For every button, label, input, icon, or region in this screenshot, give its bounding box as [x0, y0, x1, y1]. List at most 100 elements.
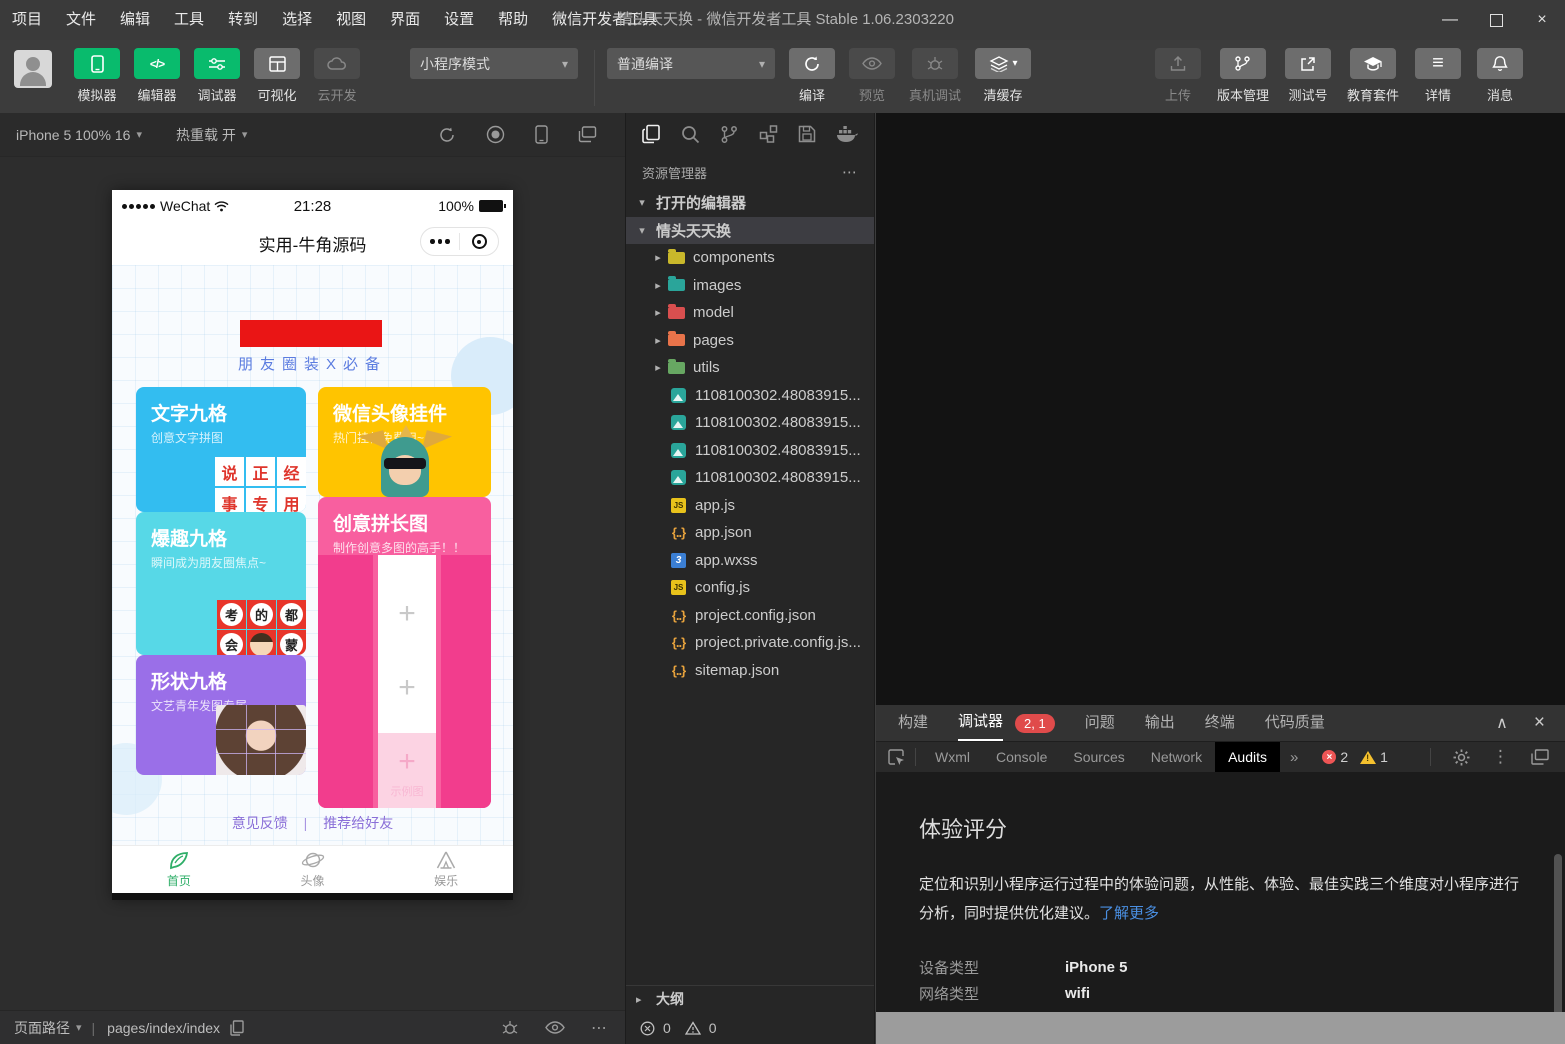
- tree-folder-components[interactable]: ▸ components: [626, 244, 874, 272]
- devtools-tab-network[interactable]: Network: [1138, 742, 1215, 773]
- files-icon[interactable]: [642, 124, 661, 144]
- compile-mode-select[interactable]: 普通编译 ▾: [607, 48, 775, 79]
- tree-folder-images[interactable]: ▸ images: [626, 272, 874, 300]
- tree-file-configjs[interactable]: config.js: [626, 574, 874, 602]
- compile-button[interactable]: 编译: [789, 48, 835, 104]
- tree-file-image[interactable]: 1108100302.48083915...: [626, 437, 874, 465]
- visualizer-toggle[interactable]: 可视化: [254, 48, 300, 104]
- simulator-toggle[interactable]: 模拟器: [74, 48, 120, 104]
- mode-select[interactable]: 小程序模式 ▾: [410, 48, 578, 79]
- edu-suite-button[interactable]: 教育套件: [1347, 48, 1399, 104]
- tab-avatar[interactable]: 头像: [246, 846, 380, 893]
- menu-tools[interactable]: 工具: [162, 0, 216, 40]
- menu-project[interactable]: 项目: [0, 0, 54, 40]
- console-counts[interactable]: × 2 1: [1322, 749, 1396, 765]
- undock-icon[interactable]: [1531, 749, 1549, 765]
- recommend-link[interactable]: 推荐给好友: [323, 815, 393, 831]
- vertical-scrollbar[interactable]: [1554, 854, 1562, 1012]
- menu-goto[interactable]: 转到: [216, 0, 270, 40]
- tree-project-root[interactable]: ▾ 情头天天换: [626, 217, 874, 245]
- menu-view[interactable]: 视图: [324, 0, 378, 40]
- close-button[interactable]: ×: [1519, 0, 1565, 40]
- copy-icon[interactable]: [230, 1020, 244, 1036]
- tree-file-image[interactable]: 1108100302.48083915...: [626, 409, 874, 437]
- more-tabs-icon[interactable]: »: [1280, 749, 1308, 766]
- card-avatar-pendant[interactable]: 微信头像挂件 热门挂件免费用~: [318, 387, 491, 497]
- devtools-tab-audits[interactable]: Audits: [1215, 742, 1280, 773]
- tab-output[interactable]: 输出: [1145, 706, 1175, 740]
- outline-section[interactable]: ▸ 大纲: [626, 985, 874, 1012]
- sliders-icon: [194, 48, 240, 79]
- tab-terminal[interactable]: 终端: [1205, 706, 1235, 740]
- tab-debugger[interactable]: 调试器: [958, 705, 1003, 741]
- extensions-icon[interactable]: [759, 125, 778, 144]
- collapse-icon[interactable]: ∧: [1496, 713, 1508, 733]
- menu-file[interactable]: 文件: [54, 0, 108, 40]
- gear-icon[interactable]: [1453, 749, 1470, 766]
- card-shape-grid[interactable]: 形状九格 文艺青年发图专属: [136, 655, 306, 775]
- menu-settings[interactable]: 设置: [432, 0, 486, 40]
- minimize-button[interactable]: —: [1427, 0, 1473, 40]
- tree-file-image[interactable]: 1108100302.48083915...: [626, 464, 874, 492]
- tree-file-image[interactable]: 1108100302.48083915...: [626, 382, 874, 410]
- avatar[interactable]: [14, 50, 52, 88]
- tab-problems[interactable]: 问题: [1085, 706, 1115, 740]
- editor-toggle[interactable]: </> 编辑器: [134, 48, 180, 104]
- tab-build[interactable]: 构建: [898, 706, 928, 740]
- tree-folder-utils[interactable]: ▸ utils: [626, 354, 874, 382]
- debugger-toggle[interactable]: 调试器: [194, 48, 240, 104]
- tree-file-appjs[interactable]: app.js: [626, 492, 874, 520]
- bug-icon[interactable]: [501, 1020, 519, 1036]
- git-branch-icon[interactable]: [720, 125, 738, 144]
- inspect-element-icon[interactable]: [876, 749, 915, 766]
- tree-folder-pages[interactable]: ▸ pages: [626, 327, 874, 355]
- devtools-tab-console[interactable]: Console: [983, 742, 1060, 773]
- eye-icon[interactable]: [545, 1021, 565, 1034]
- ad-banner[interactable]: [240, 320, 382, 347]
- feedback-link[interactable]: 意见反馈: [232, 815, 288, 831]
- tab-home[interactable]: 首页: [112, 846, 246, 893]
- hot-reload-select[interactable]: 热重载 开 ▾: [176, 125, 247, 145]
- kebab-menu-icon[interactable]: ⋮: [1492, 747, 1509, 767]
- menu-help[interactable]: 帮助: [486, 0, 540, 40]
- menu-select[interactable]: 选择: [270, 0, 324, 40]
- test-account-button[interactable]: 测试号: [1285, 48, 1331, 104]
- devtools-tab-sources[interactable]: Sources: [1060, 742, 1137, 773]
- horizontal-scrollbar[interactable]: [876, 1012, 1565, 1044]
- menu-edit[interactable]: 编辑: [108, 0, 162, 40]
- devtools-tab-wxml[interactable]: Wxml: [922, 742, 983, 773]
- save-icon[interactable]: [798, 125, 816, 143]
- menu-interface[interactable]: 界面: [378, 0, 432, 40]
- version-control-button[interactable]: 版本管理: [1217, 48, 1269, 104]
- tab-code-quality[interactable]: 代码质量: [1265, 706, 1325, 740]
- tree-file-projectprivateconfig[interactable]: project.private.config.js...: [626, 629, 874, 657]
- tree-open-editors[interactable]: ▾ 打开的编辑器: [626, 189, 874, 217]
- card-long-image[interactable]: 创意拼长图 制作创意多图的高手！！ + + + 示例图: [318, 497, 491, 808]
- close-panel-icon[interactable]: ×: [1534, 712, 1545, 734]
- tree-file-projectconfig[interactable]: project.config.json: [626, 602, 874, 630]
- docker-whale-icon[interactable]: [836, 125, 858, 143]
- tree-file-appwxss[interactable]: app.wxss: [626, 547, 874, 575]
- more-icon[interactable]: ⋯: [842, 163, 858, 181]
- card-text-grid[interactable]: 文字九格 创意文字拼图 说 正 经 事 专 用: [136, 387, 306, 512]
- card-fun-grid[interactable]: 爆趣九格 瞬间成为朋友圈焦点~ 考 的 都 会 蒙: [136, 512, 306, 655]
- tree-file-appjson[interactable]: app.json: [626, 519, 874, 547]
- learn-more-link[interactable]: 了解更多: [1099, 905, 1159, 922]
- search-icon[interactable]: [681, 125, 700, 144]
- details-button[interactable]: ≡ 详情: [1415, 48, 1461, 104]
- page-path-label[interactable]: 页面路径: [14, 1018, 70, 1038]
- close-miniprogram-button[interactable]: [460, 228, 498, 255]
- messages-button[interactable]: 消息: [1477, 48, 1523, 104]
- more-menu-button[interactable]: [421, 228, 459, 255]
- record-stop-icon[interactable]: [486, 125, 505, 144]
- multi-window-icon[interactable]: [578, 126, 597, 143]
- maximize-button[interactable]: [1473, 0, 1519, 40]
- tab-fun[interactable]: 娱乐: [379, 846, 513, 893]
- tree-file-sitemap[interactable]: sitemap.json: [626, 657, 874, 685]
- rotate-icon[interactable]: [438, 126, 456, 144]
- more-icon[interactable]: ⋯: [591, 1018, 607, 1038]
- clear-cache-button[interactable]: ▾ 清缓存: [975, 48, 1031, 104]
- phone-frame-icon[interactable]: [535, 125, 548, 144]
- device-select[interactable]: iPhone 5 100% 16 ▾: [16, 127, 142, 143]
- tree-folder-model[interactable]: ▸ model: [626, 299, 874, 327]
